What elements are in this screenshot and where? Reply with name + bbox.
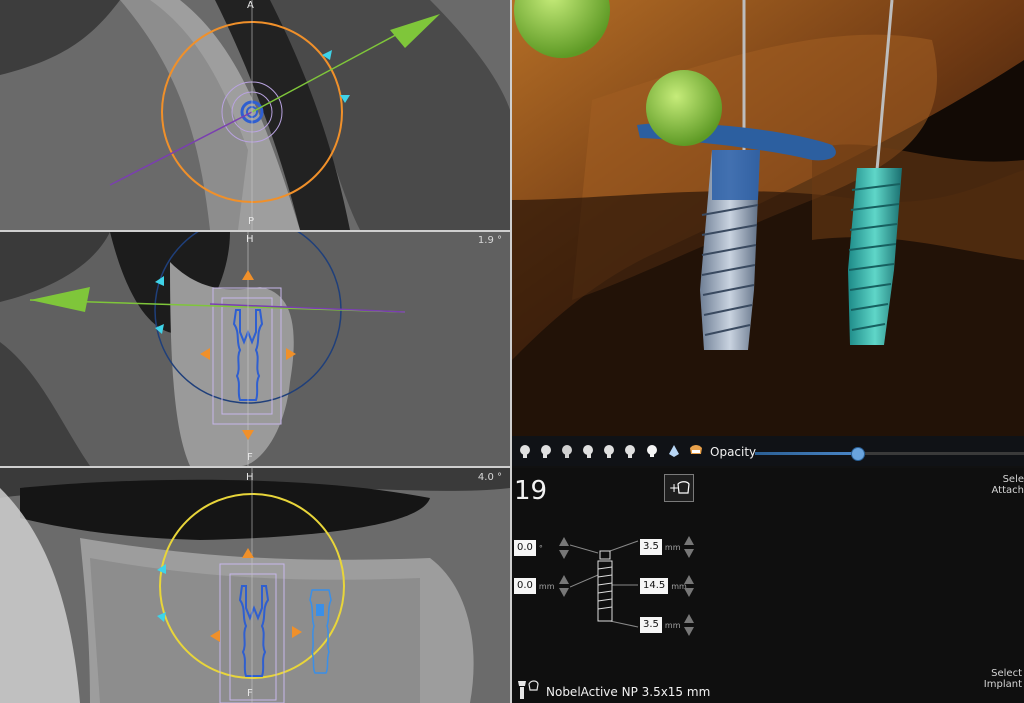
select-attachment-button[interactable]: Sele Attach <box>964 474 1024 496</box>
offset-field[interactable]: 0.0 mm <box>514 576 555 596</box>
offset-unit: mm <box>538 581 555 591</box>
coronal-view[interactable]: H F 1.9 ° <box>0 232 510 466</box>
add-restoration-button[interactable]: + <box>664 474 694 502</box>
top-diameter-stepper[interactable] <box>683 534 695 560</box>
bottom-diameter-value[interactable]: 3.5 <box>640 617 662 633</box>
coronal-label-bottom: F <box>247 452 253 463</box>
soft-tissue-icon[interactable] <box>667 444 681 458</box>
top-diameter-value[interactable]: 3.5 <box>640 539 662 555</box>
select-implant-line1: Select <box>991 668 1022 679</box>
axial-view[interactable]: A P <box>0 0 510 230</box>
select-attachment-line1: Sele <box>1002 474 1024 485</box>
implant-library-icon[interactable] <box>514 678 540 702</box>
offset-stepper[interactable] <box>558 573 570 599</box>
bottom-diameter-stepper[interactable] <box>683 612 695 638</box>
axial-label-bottom: P <box>248 216 255 227</box>
coronal-angle-readout: 1.9 ° <box>477 235 502 246</box>
sagittal-view[interactable]: H F 4.0 ° <box>0 468 510 703</box>
axial-ct-image[interactable] <box>0 0 510 230</box>
head-back-icon[interactable] <box>560 444 574 458</box>
head-left-icon[interactable] <box>539 444 553 458</box>
coronal-label-top: H <box>246 234 254 245</box>
angle-value[interactable]: 0.0 <box>514 540 536 556</box>
sagittal-label-bottom: F <box>247 688 253 699</box>
opacity-slider-handle[interactable] <box>851 447 866 461</box>
select-implant-button[interactable]: Select Implant <box>962 668 1022 690</box>
head-front-icon[interactable] <box>518 444 532 458</box>
length-field[interactable]: 14.5 mm <box>640 576 687 596</box>
teeth-icon[interactable] <box>689 444 703 458</box>
top-diameter-field[interactable]: 3.5 mm <box>640 537 681 557</box>
sagittal-ct-image[interactable] <box>0 468 510 703</box>
svg-text:+: + <box>669 481 679 495</box>
length-stepper[interactable] <box>683 573 695 599</box>
3d-render[interactable] <box>512 0 1024 436</box>
3d-view[interactable] <box>512 0 1024 436</box>
axial-label-top: A <box>247 0 254 11</box>
opacity-label: Opacity <box>710 445 757 459</box>
head-bottom-icon[interactable] <box>623 444 637 458</box>
angle-unit: ° <box>538 543 543 553</box>
implant-diagram <box>570 540 639 628</box>
head-right-icon[interactable] <box>581 444 595 458</box>
angle-stepper[interactable] <box>558 535 570 561</box>
implant-name: NobelActive NP 3.5x15 mm <box>546 685 711 699</box>
3d-toolbar: Opacity <box>512 436 1024 466</box>
bone-icon[interactable] <box>645 444 659 458</box>
select-attachment-line2: Attach <box>991 485 1024 496</box>
coronal-ct-image[interactable] <box>0 232 510 466</box>
opacity-slider-track[interactable] <box>755 452 1024 455</box>
length-value[interactable]: 14.5 <box>640 578 669 594</box>
angle-field[interactable]: 0.0 ° <box>514 538 543 558</box>
select-implant-line2: Implant <box>983 679 1022 690</box>
top-diameter-unit: mm <box>664 542 681 552</box>
sagittal-label-top: H <box>246 472 254 483</box>
add-tooth-icon: + <box>669 481 690 495</box>
head-top-icon[interactable] <box>602 444 616 458</box>
bottom-diameter-unit: mm <box>664 620 681 630</box>
offset-value[interactable]: 0.0 <box>514 578 536 594</box>
sagittal-angle-readout: 4.0 ° <box>477 472 502 483</box>
tooth-number: 19 <box>514 476 548 506</box>
bottom-diameter-field[interactable]: 3.5 mm <box>640 615 681 635</box>
